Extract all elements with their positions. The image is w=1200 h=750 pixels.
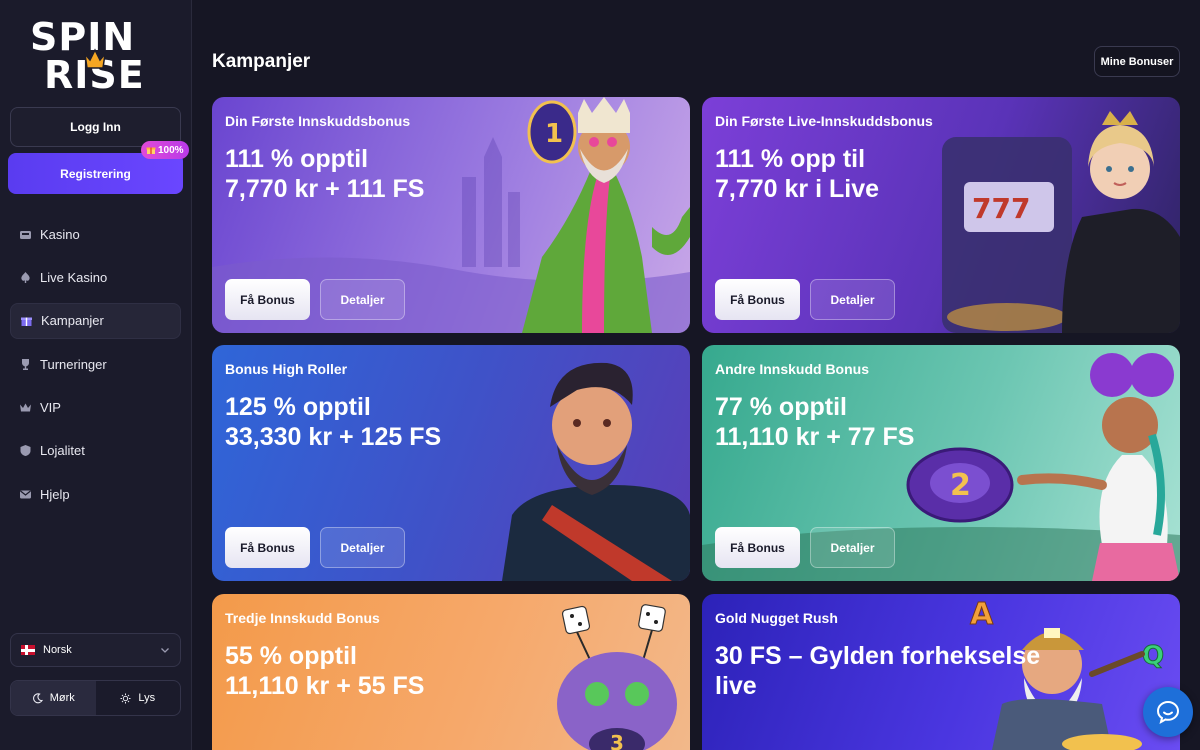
svg-text:2: 2 [950, 468, 971, 503]
promo-headline-line-2: 11,110 kr + 55 FS [225, 672, 425, 700]
sidebar: SPIN RISE Logg Inn Registrering 100% Kas… [0, 0, 192, 750]
language-label: Norsk [43, 644, 72, 656]
promo-headline: 55 % opptil 11,110 kr + 55 FS [225, 641, 555, 701]
get-bonus-button[interactable]: Få Bonus [225, 279, 310, 320]
shield-icon [20, 445, 31, 457]
gift-icon [146, 147, 156, 154]
promo-headline-line-1: 30 FS – Gylden forhekselse [715, 642, 1041, 670]
theme-toggle: Mørk Lys [10, 680, 181, 716]
trophy-icon [22, 358, 29, 370]
promo-headline-line-1: 55 % opptil [225, 642, 357, 670]
moon-icon [32, 692, 43, 703]
chevron-down-icon [161, 648, 169, 653]
details-button[interactable]: Detaljer [810, 279, 895, 320]
theme-dark-option[interactable]: Mørk [11, 681, 96, 715]
nav-item-label: Live Kasino [40, 269, 108, 285]
get-bonus-button[interactable]: Få Bonus [715, 527, 800, 568]
nav-item-hjelp[interactable]: Hjelp [10, 476, 181, 512]
promo-title: Bonus High Roller [225, 361, 348, 377]
nav-item-label: Lojalitet [40, 443, 85, 459]
nav-item-label: VIP [40, 400, 61, 416]
nav-item-kasino[interactable]: Kasino [10, 216, 181, 252]
promo-title: Tredje Innskudd Bonus [225, 610, 380, 626]
details-button[interactable]: Detaljer [320, 279, 405, 320]
nav-item-turneringer[interactable]: Turneringer [10, 346, 181, 382]
register-badge-text: 100% [158, 144, 184, 156]
svg-text:Q: Q [1142, 641, 1164, 671]
spinrise-logo[interactable]: SPIN RISE [30, 18, 162, 96]
promo-title: Din Første Live-Innskuddsbonus [715, 113, 933, 129]
promo-title: Andre Innskudd Bonus [715, 361, 869, 377]
spade-icon [21, 271, 30, 283]
details-button[interactable]: Detaljer [320, 527, 405, 568]
promo-card-second-deposit: 2 Andre Innskudd Bonus 77 % opptil 11,11… [702, 345, 1180, 581]
promo-card-gold-nugget-rush: A Q Gold Nugget Rush 30 FS – Gylden forh… [702, 594, 1180, 750]
sun-icon [120, 693, 131, 703]
mail-icon [20, 490, 31, 499]
svg-text:3: 3 [610, 731, 624, 750]
svg-text:A: A [970, 597, 994, 632]
promo-headline-line-1: 111 % opp til [715, 145, 866, 173]
gift-icon [21, 317, 32, 327]
crown-icon [20, 403, 31, 412]
promo-headline: 77 % opptil 11,110 kr + 77 FS [715, 392, 1045, 452]
promo-title: Gold Nugget Rush [715, 610, 838, 626]
nav-item-label: Kasino [40, 226, 80, 242]
nav-item-vip[interactable]: VIP [10, 390, 181, 426]
norway-flag-icon [21, 645, 35, 655]
nav-item-label: Turneringer [40, 356, 107, 372]
nav-item-live-kasino[interactable]: Live Kasino [10, 259, 181, 295]
logo-crown-icon [83, 48, 107, 69]
page-title: Kampanjer [212, 51, 311, 72]
promo-headline: 111 % opp til 7,770 kr i Live [715, 144, 1045, 204]
promo-headline-line-2: 11,110 kr + 77 FS [715, 423, 915, 451]
details-button[interactable]: Detaljer [810, 527, 895, 568]
promo-card-first-live-deposit: 777 Din Første Live-Innskuddsbonus 111 %… [702, 97, 1180, 333]
get-bonus-button[interactable]: Få Bonus [225, 527, 310, 568]
nav-item-label: Hjelp [40, 486, 70, 502]
promo-card-high-roller: Bonus High Roller 125 % opptil 33,330 kr… [212, 345, 690, 581]
promo-headline-line-1: 77 % opptil [715, 393, 847, 421]
promo-headline: 111 % opptil 7,770 kr + 111 FS [225, 144, 555, 204]
promo-title: Din Første Innskuddsbonus [225, 113, 411, 129]
main-nav: Kasino Live Kasino Kampanjer Turneringer… [10, 216, 181, 520]
chat-bubble-icon [1156, 700, 1180, 724]
promo-headline-line-1: 125 % opptil [225, 393, 371, 421]
promo-headline-line-1: 111 % opptil [225, 145, 369, 173]
nav-item-kampanjer[interactable]: Kampanjer [10, 302, 181, 339]
promo-headline-line-2: 7,770 kr i Live [715, 175, 880, 203]
promo-card-third-deposit: 3 Tredje Innskudd Bonus 55 % opptil 11,1… [212, 594, 690, 750]
promo-headline: 125 % opptil 33,330 kr + 125 FS [225, 392, 555, 452]
promo-card-first-deposit: 1 Din Første Innskuddsbonus 111 % opptil… [212, 97, 690, 333]
theme-dark-label: Mørk [49, 692, 75, 704]
chat-button[interactable] [1143, 687, 1193, 737]
nav-item-label: Kampanjer [41, 313, 104, 329]
promo-headline: 30 FS – Gylden forhekselse live [715, 641, 1045, 701]
promo-headline-line-2: 33,330 kr + 125 FS [225, 423, 442, 451]
promo-headline-line-2: live [715, 672, 757, 700]
nav-item-lojalitet[interactable]: Lojalitet [10, 433, 181, 469]
theme-light-label: Lys [138, 692, 156, 704]
my-bonuses-button[interactable]: Mine Bonuser [1094, 46, 1180, 77]
register-button[interactable]: Registrering [8, 153, 183, 194]
get-bonus-button[interactable]: Få Bonus [715, 279, 800, 320]
language-select[interactable]: Norsk [10, 633, 181, 667]
casino-icon [20, 230, 31, 239]
promo-headline-line-2: 7,770 kr + 111 FS [225, 175, 425, 203]
theme-light-option[interactable]: Lys [96, 681, 181, 715]
register-bonus-badge: 100% [141, 141, 189, 159]
